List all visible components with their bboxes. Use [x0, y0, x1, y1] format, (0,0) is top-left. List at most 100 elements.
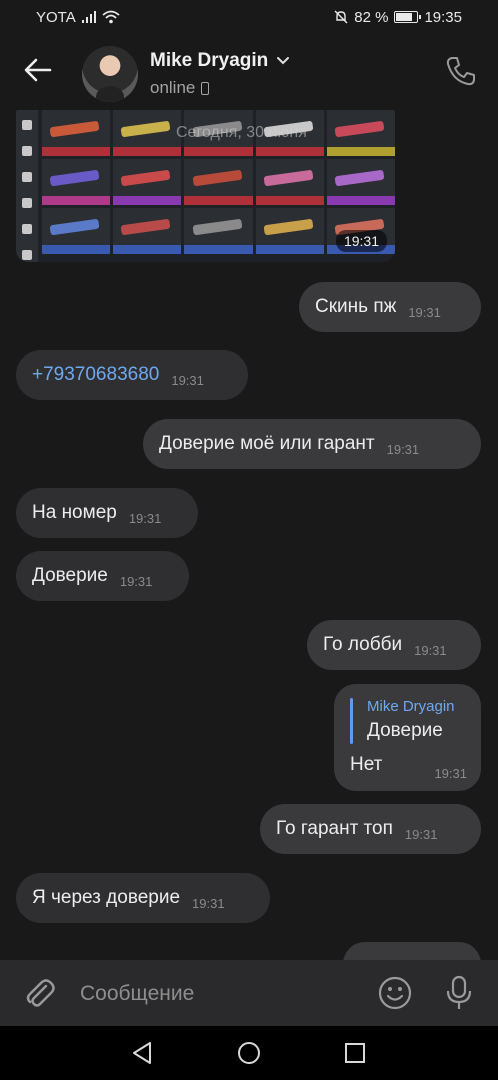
message-bubble[interactable]: Доверие 19:31 [16, 551, 189, 601]
partial-message-bubble[interactable] [343, 942, 481, 960]
back-button[interactable] [22, 54, 54, 86]
weapon-image [334, 169, 385, 187]
message-time: 19:31 [192, 895, 225, 911]
rarity-bar [184, 245, 253, 254]
chat-header: Mike Dryagin online [0, 34, 498, 108]
smiley-icon [378, 976, 412, 1010]
message-input[interactable] [80, 980, 360, 1008]
status-right: 82 % 19:35 [334, 9, 462, 26]
carrier-label: YOTA [36, 8, 76, 26]
skin-tile [42, 208, 111, 254]
skin-tile [42, 110, 111, 156]
message-bubble[interactable]: Го гарант топ 19:31 [260, 804, 481, 854]
nav-home-button[interactable] [236, 1040, 262, 1066]
message-time: 19:31 [408, 304, 441, 320]
quoted-author[interactable]: Mike Dryagin [367, 698, 455, 715]
composer [0, 960, 498, 1026]
status-bar: YOTA 82 % 19:35 [0, 0, 498, 34]
wifi-icon [102, 10, 120, 24]
rarity-bar [113, 245, 182, 254]
reply-message-bubble[interactable]: Mike Dryagin Доверие Нет 19:31 [334, 684, 481, 791]
rarity-bar [42, 245, 111, 254]
chevron-down-icon [277, 57, 290, 65]
rarity-bar [255, 245, 324, 254]
call-button[interactable] [444, 54, 478, 88]
message-text: Я через доверие [32, 887, 181, 908]
rarity-bar [255, 147, 324, 156]
message-bubble[interactable]: Го лобби 19:31 [307, 620, 481, 670]
arrow-left-icon [24, 58, 52, 82]
message-time: 19:31 [404, 826, 438, 842]
skin-tile [255, 208, 324, 254]
skin-tile [326, 110, 395, 156]
message-bubble[interactable]: На номер 19:31 [16, 488, 198, 538]
weapon-image [192, 169, 243, 187]
skin-tile [184, 208, 253, 254]
recents-square-icon [345, 1043, 365, 1063]
attach-button[interactable] [22, 976, 56, 1010]
message-bubble[interactable]: Я через доверие 19:31 [16, 873, 270, 923]
rarity-bar [113, 147, 182, 156]
message-text: На номер [32, 502, 117, 523]
mute-bell-icon [334, 10, 348, 24]
skin-tile [113, 110, 182, 156]
skin-tile [326, 159, 395, 205]
nav-recents-button[interactable] [342, 1040, 368, 1066]
rarity-bar [255, 196, 324, 205]
phone-icon [446, 57, 475, 86]
rarity-bar [184, 147, 253, 156]
photo-time: 19:31 [335, 230, 387, 252]
message-list[interactable]: Сегодня, 30 июня 19:31 Скинь пж 19:31 +7… [0, 108, 498, 960]
weapon-image [120, 169, 171, 187]
contact-status-row: online [150, 78, 210, 98]
weapon-image [192, 218, 243, 236]
photo-sidebar-strip [16, 110, 38, 262]
phone-link[interactable]: +79370683680 [32, 364, 159, 386]
weapon-image [49, 218, 100, 236]
message-text: Го лобби [323, 634, 403, 655]
message-text: Нет [350, 754, 383, 775]
message-time: 19:31 [386, 441, 420, 457]
date-stamp: Сегодня, 30 июня [176, 124, 307, 141]
nav-back-button[interactable] [130, 1040, 156, 1066]
weapon-image [49, 169, 100, 187]
message-text: Го гарант топ [276, 818, 393, 839]
rarity-bar [42, 196, 111, 205]
photo-message[interactable]: Сегодня, 30 июня 19:31 [16, 110, 395, 262]
rarity-bar [326, 147, 395, 156]
home-circle-icon [238, 1042, 260, 1064]
voice-button[interactable] [442, 974, 476, 1012]
skin-tile [255, 159, 324, 205]
navigation-bar [0, 1026, 498, 1080]
rarity-bar [113, 196, 182, 205]
phone-link-message[interactable]: +79370683680 19:31 [16, 350, 248, 400]
skin-tile [113, 159, 182, 205]
message-time: 19:31 [119, 573, 153, 589]
skin-tile [184, 159, 253, 205]
battery-percent: 82 % [354, 8, 389, 26]
message-bubble[interactable]: Доверие моё или гарант 19:31 [143, 419, 481, 469]
quoted-text: Доверие [367, 720, 443, 741]
weapon-image [263, 169, 314, 187]
weapon-image [120, 218, 171, 236]
message-text: Скинь пж [315, 296, 397, 317]
contact-status: online [150, 78, 196, 97]
weapon-image [334, 120, 385, 138]
mobile-device-icon [201, 81, 210, 95]
message-time: 19:31 [128, 510, 162, 526]
contact-name: Mike Dryagin [150, 50, 269, 71]
paperclip-icon [26, 979, 55, 1007]
contact-name-row[interactable]: Mike Dryagin [150, 50, 290, 72]
skin-tile [113, 208, 182, 254]
message-bubble[interactable]: Скинь пж 19:31 [299, 282, 481, 332]
message-time: 19:31 [171, 372, 204, 388]
avatar[interactable] [82, 46, 138, 102]
weapon-image [120, 120, 171, 138]
signal-icon [81, 11, 96, 23]
clock: 19:35 [424, 8, 462, 26]
message-text: Доверие моё или гарант [159, 433, 375, 454]
status-left: YOTA [36, 9, 120, 26]
back-triangle-icon [133, 1042, 151, 1064]
emoji-button[interactable] [378, 976, 412, 1010]
message-text: Доверие [32, 565, 108, 586]
